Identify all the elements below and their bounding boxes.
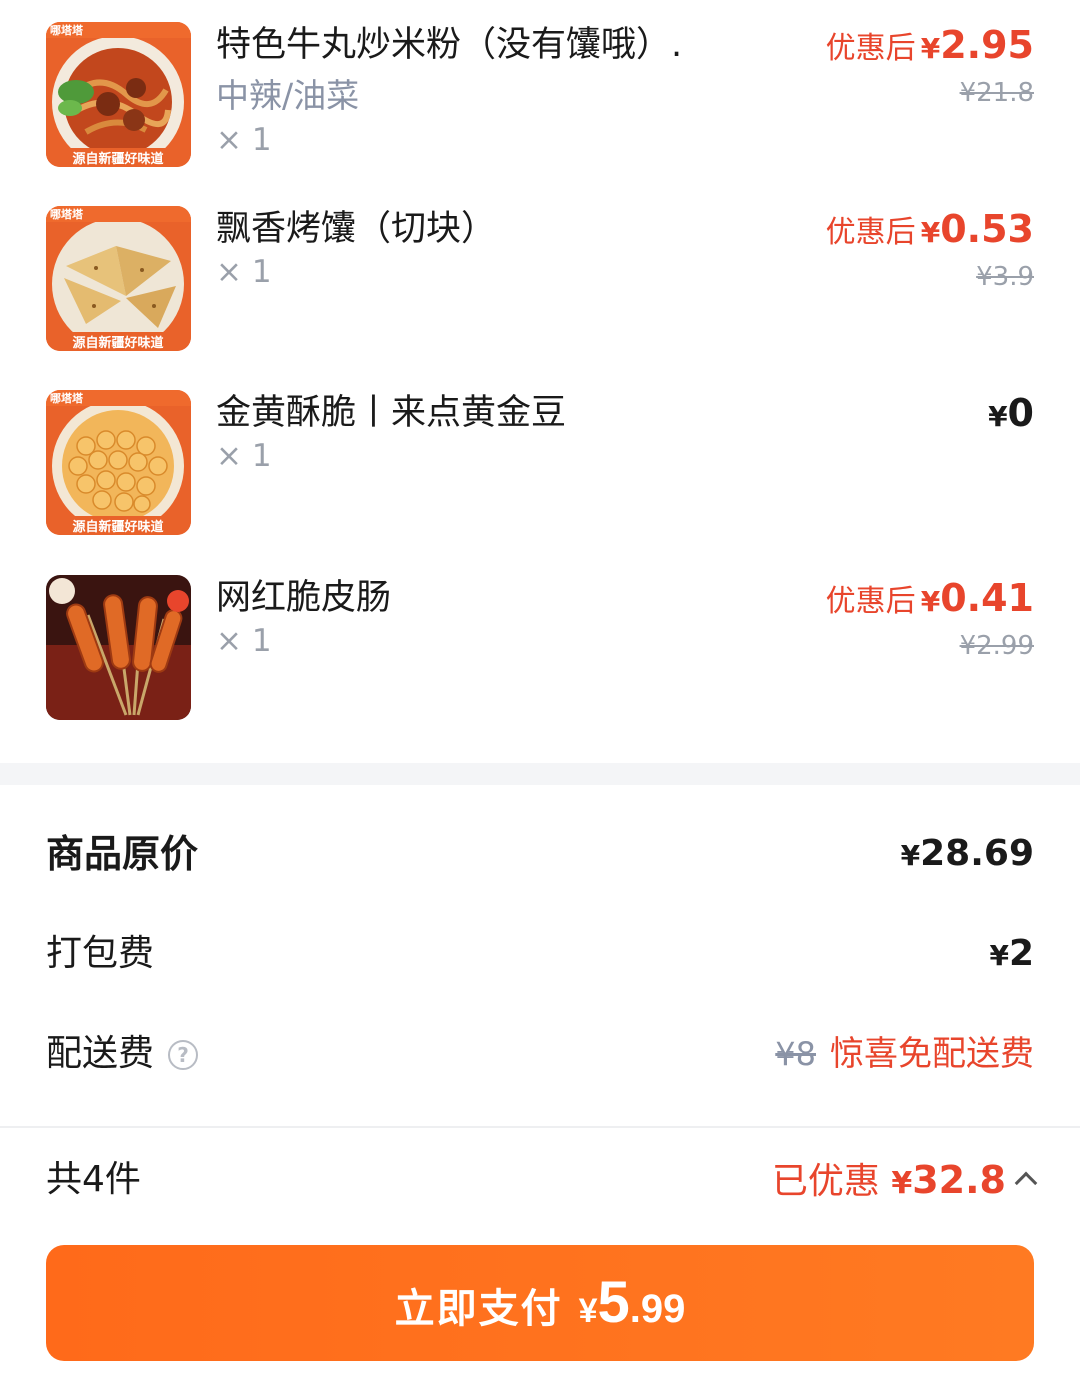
item-quantity: × 1 — [216, 254, 272, 290]
discounted-price: 0.41 — [940, 576, 1034, 620]
currency-symbol: ¥ — [891, 1166, 913, 1201]
item-quantity: × 1 — [216, 122, 272, 158]
original-price: ¥3.9 — [976, 262, 1034, 292]
item-price: ¥0 — [988, 390, 1034, 444]
currency-symbol: ¥ — [578, 1292, 598, 1330]
svg-text:哪塔塔: 哪塔塔 — [50, 391, 84, 405]
item-price: 优惠后 ¥0.41 ¥2.99 — [826, 575, 1034, 663]
currency-symbol: ¥ — [920, 216, 941, 249]
item-count: 共4件 — [46, 1159, 141, 1200]
order-count-row[interactable]: 共4件 已优惠 ¥32.8 — [46, 1150, 1038, 1210]
pay-amount-integer: 5 — [597, 1270, 630, 1335]
price: 0 — [1007, 391, 1034, 435]
original-price: ¥21.8 — [959, 78, 1034, 108]
svg-text:源自新疆好味道: 源自新疆好味道 — [72, 335, 163, 351]
beef-ball-rice-noodles-photo: 哪塔塔 源自新疆好味道 — [46, 22, 191, 167]
item-name: 网红脆皮肠 — [216, 578, 392, 618]
item-spec: 中辣/油菜 — [216, 76, 360, 115]
currency-symbol: ¥ — [920, 585, 941, 618]
crispy-sausage-photo — [46, 575, 191, 720]
item-quantity: × 1 — [216, 623, 272, 659]
packing-fee-amount: 2 — [1008, 933, 1034, 974]
order-item: 网红脆皮肠 × 1 优惠后 ¥0.41 ¥2.99 — [0, 575, 1080, 725]
item-price: 优惠后 ¥0.53 ¥3.9 — [826, 206, 1034, 294]
pay-now-button[interactable]: 立即支付 ¥5.99 — [46, 1245, 1034, 1361]
item-name: 飘香烤馕（切块） — [216, 209, 497, 249]
delivery-fee-label-group: 配送费? — [46, 1024, 199, 1084]
item-quantity: × 1 — [216, 438, 272, 474]
packing-fee-row: 打包费 ¥2 — [46, 924, 1034, 984]
svg-text:哪塔塔: 哪塔塔 — [50, 207, 84, 221]
discount-label: 优惠后 — [825, 31, 916, 66]
currency-symbol: ¥ — [900, 839, 921, 872]
order-item: 哪塔塔 源自新疆好味道 特色牛丸炒米粉（没有馕哦）. 中辣/油菜 × 1 优惠后… — [0, 22, 1080, 172]
pay-button-label: 立即支付 — [394, 1287, 563, 1331]
help-icon[interactable]: ? — [168, 1040, 199, 1070]
original-total-value: ¥28.69 — [901, 824, 1034, 886]
item-name: 金黄酥脆丨来点黄金豆 — [216, 393, 567, 433]
svg-text:源自新疆好味道: 源自新疆好味道 — [72, 151, 163, 167]
section-divider — [0, 763, 1080, 785]
discount-label: 优惠后 — [825, 215, 916, 250]
order-item: 哪塔塔 源自新疆好味道 飘香烤馕（切块） × 1 优惠后 ¥0.53 ¥3.9 — [0, 206, 1080, 356]
delivery-fee-row: 配送费? ¥8 惊喜免配送费 — [46, 1024, 1034, 1084]
currency-symbol: ¥ — [989, 939, 1009, 972]
original-total-amount: 28.69 — [920, 833, 1034, 874]
packing-fee-label: 打包费 — [46, 933, 155, 974]
discount-label: 优惠后 — [825, 584, 916, 619]
svg-text:哪塔塔: 哪塔塔 — [50, 23, 84, 37]
discounted-price: 2.95 — [940, 23, 1034, 67]
discount-label: 已优惠 — [771, 1161, 880, 1202]
original-total-row: 商品原价 ¥28.69 — [46, 824, 1034, 884]
order-item: 哪塔塔 源自新疆好味道 金黄酥脆丨来点黄金豆 × 1 ¥0 — [0, 390, 1080, 540]
original-total-label: 商品原价 — [46, 832, 199, 876]
item-price: 优惠后 ¥2.95 ¥21.8 — [826, 22, 1034, 110]
golden-beans-photo: 哪塔塔 源自新疆好味道 — [46, 390, 191, 535]
original-price: ¥2.99 — [959, 631, 1034, 661]
discount-summary[interactable]: 已优惠 ¥32.8 — [771, 1150, 1038, 1214]
delivery-fee-label: 配送费 — [46, 1033, 155, 1074]
discount-amount: 32.8 — [912, 1158, 1006, 1202]
svg-text:源自新疆好味道: 源自新疆好味道 — [72, 519, 163, 535]
chevron-up-icon[interactable] — [1014, 1171, 1038, 1195]
baked-naan-photo: 哪塔塔 源自新疆好味道 — [46, 206, 191, 351]
pay-amount-decimal: .99 — [629, 1287, 686, 1331]
free-delivery-note: 惊喜免配送费 — [830, 1034, 1034, 1074]
currency-symbol: ¥ — [920, 32, 941, 65]
delivery-fee-value: ¥8 惊喜免配送费 — [775, 1024, 1034, 1084]
item-name: 特色牛丸炒米粉（没有馕哦）. — [216, 25, 683, 65]
packing-fee-value: ¥2 — [989, 924, 1034, 986]
currency-symbol: ¥ — [988, 400, 1008, 433]
divider — [0, 1126, 1080, 1128]
discounted-price: 0.53 — [940, 207, 1034, 251]
delivery-fee-original: ¥8 — [775, 1035, 816, 1073]
